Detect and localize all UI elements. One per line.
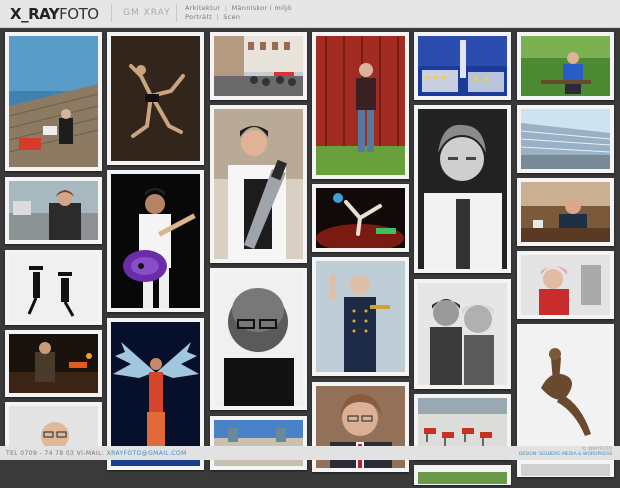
dancers-sepia-image: [111, 36, 200, 161]
header-bar: X_RAYFOTO GM XRAY Arkitektur | Människor…: [0, 0, 620, 28]
site-logo[interactable]: X_RAYFOTO: [10, 5, 99, 23]
officer-image: [316, 261, 405, 372]
stage-performer-image: [9, 334, 98, 393]
nav-link-manniskor-i-miljo[interactable]: Människor i miljö: [232, 4, 292, 12]
mail-label: VI-MAIL:: [76, 450, 105, 457]
photo-thumbnail[interactable]: [210, 416, 307, 470]
photo-thumbnail[interactable]: [5, 177, 102, 244]
logo-bold: X_RAY: [10, 5, 60, 23]
photo-thumbnail[interactable]: [312, 257, 409, 376]
footer-bar: TEL 0709 - 74 78 03 VI-MAIL: XRAYFOTO@GM…: [0, 446, 620, 460]
dancers-hats-image: [9, 254, 98, 321]
woman-knife-image: [214, 109, 303, 259]
photo-thumbnail[interactable]: [517, 457, 614, 477]
secondary-brand-link[interactable]: GM XRAY: [123, 8, 171, 18]
guitarist-image: [111, 174, 200, 308]
street-cafe-image: [214, 36, 303, 96]
man-red-wall-image: [316, 36, 405, 175]
contact-info: TEL 0709 - 74 78 03 VI-MAIL: XRAYFOTO@GM…: [6, 450, 187, 457]
photo-thumbnail[interactable]: [107, 32, 204, 165]
photo-thumbnail[interactable]: [414, 105, 511, 273]
man-bench-image: [521, 36, 610, 96]
design-credit-link[interactable]: DESIGN: SOLBERG MEDIA & WORDPRESS: [519, 452, 612, 457]
nav-link-scen[interactable]: Scen: [223, 13, 240, 21]
children-bw-image: [418, 283, 507, 385]
photo-thumbnail[interactable]: [210, 268, 307, 410]
photo-thumbnail[interactable]: [312, 32, 409, 179]
pink-hair-woman-image: [521, 255, 610, 315]
photo-thumbnail[interactable]: [5, 250, 102, 325]
photo-thumbnail[interactable]: [210, 32, 307, 100]
photo-thumbnail[interactable]: [517, 324, 614, 452]
photo-thumbnail[interactable]: [312, 184, 409, 252]
photo-thumbnail[interactable]: [414, 32, 511, 100]
bald-man-bw-image: [214, 272, 303, 406]
chef-portrait-image: [418, 109, 507, 269]
photo-thumbnail[interactable]: [5, 330, 102, 397]
credits: © XRAYFOTO DESIGN: SOLBERG MEDIA & WORDP…: [519, 447, 612, 457]
nav-link-portratt[interactable]: Porträtt: [185, 13, 212, 21]
header-divider: [111, 4, 112, 22]
tower-dusk-image: [418, 36, 507, 96]
man-table-image: [521, 182, 610, 242]
feather-dancer-image: [111, 322, 200, 466]
woman-street-image: [9, 181, 98, 240]
photo-thumbnail[interactable]: [517, 178, 614, 246]
photo-thumbnail[interactable]: [517, 251, 614, 319]
photo-thumbnail[interactable]: [5, 32, 102, 171]
pier-laptop-image: [8, 36, 99, 167]
email-link[interactable]: XRAYFOTO@GMAIL.COM: [107, 450, 187, 457]
photo-grid: [0, 28, 620, 485]
breakdancer-image: [316, 188, 405, 252]
nav-link-arkitektur[interactable]: Arkitektur: [185, 4, 220, 12]
photo-thumbnail[interactable]: [210, 105, 307, 263]
glass-facade-image: [520, 109, 611, 169]
greenery-image: [418, 472, 507, 484]
photo-thumbnail[interactable]: [107, 170, 204, 312]
photo-thumbnail[interactable]: [517, 32, 614, 100]
partial-image: [521, 464, 610, 476]
header-divider: [176, 4, 177, 22]
photo-thumbnail[interactable]: [414, 279, 511, 389]
category-nav: Arkitektur | Människor i miljö Porträtt …: [185, 4, 292, 21]
photo-thumbnail[interactable]: [5, 402, 102, 452]
bronze-sculpture-image: [521, 328, 610, 448]
logo-light: FOTO: [59, 5, 99, 23]
phone-number: TEL 0709 - 74 78 03: [6, 450, 75, 457]
photo-thumbnail[interactable]: [414, 465, 511, 485]
man-glasses-image: [9, 406, 98, 450]
photo-thumbnail[interactable]: [517, 105, 614, 173]
